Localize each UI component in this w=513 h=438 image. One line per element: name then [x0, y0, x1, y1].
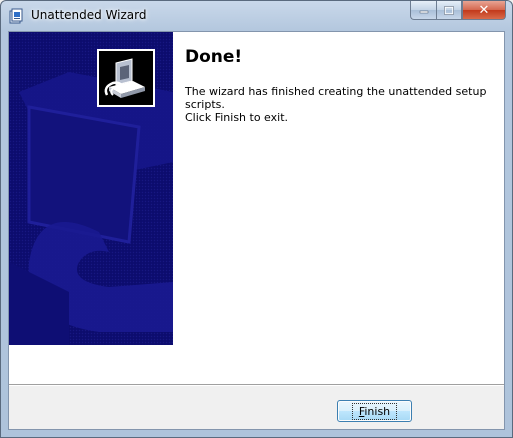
wizard-app-icon	[9, 8, 23, 24]
caption-buttons: ✕	[410, 1, 506, 21]
title-bar[interactable]: Unattended Wizard ✕	[1, 1, 512, 31]
wizard-logo	[97, 49, 155, 107]
minimize-button[interactable]	[410, 1, 436, 20]
wizard-side-banner	[9, 32, 173, 345]
page-heading: Done!	[185, 47, 243, 67]
close-icon: ✕	[478, 2, 490, 18]
minimize-icon	[419, 10, 428, 14]
maximize-icon	[444, 5, 454, 15]
maximize-button[interactable]	[436, 1, 462, 20]
completion-message: The wizard has finished creating the una…	[185, 85, 487, 111]
close-button[interactable]: ✕	[462, 1, 506, 20]
wizard-page: Done! The wizard has finished creating t…	[9, 32, 504, 384]
finish-button[interactable]: Finish	[337, 400, 412, 422]
wizard-client-area: Done! The wizard has finished creating t…	[8, 31, 505, 430]
finish-button-label: Finish	[351, 402, 398, 420]
exit-instruction: Click Finish to exit.	[185, 111, 289, 124]
window-title: Unattended Wizard	[31, 8, 147, 22]
button-area-divider	[9, 384, 504, 386]
wizard-window: Unattended Wizard ✕ Done! The wizard has…	[0, 0, 513, 438]
computer-disk-icon	[99, 51, 153, 105]
